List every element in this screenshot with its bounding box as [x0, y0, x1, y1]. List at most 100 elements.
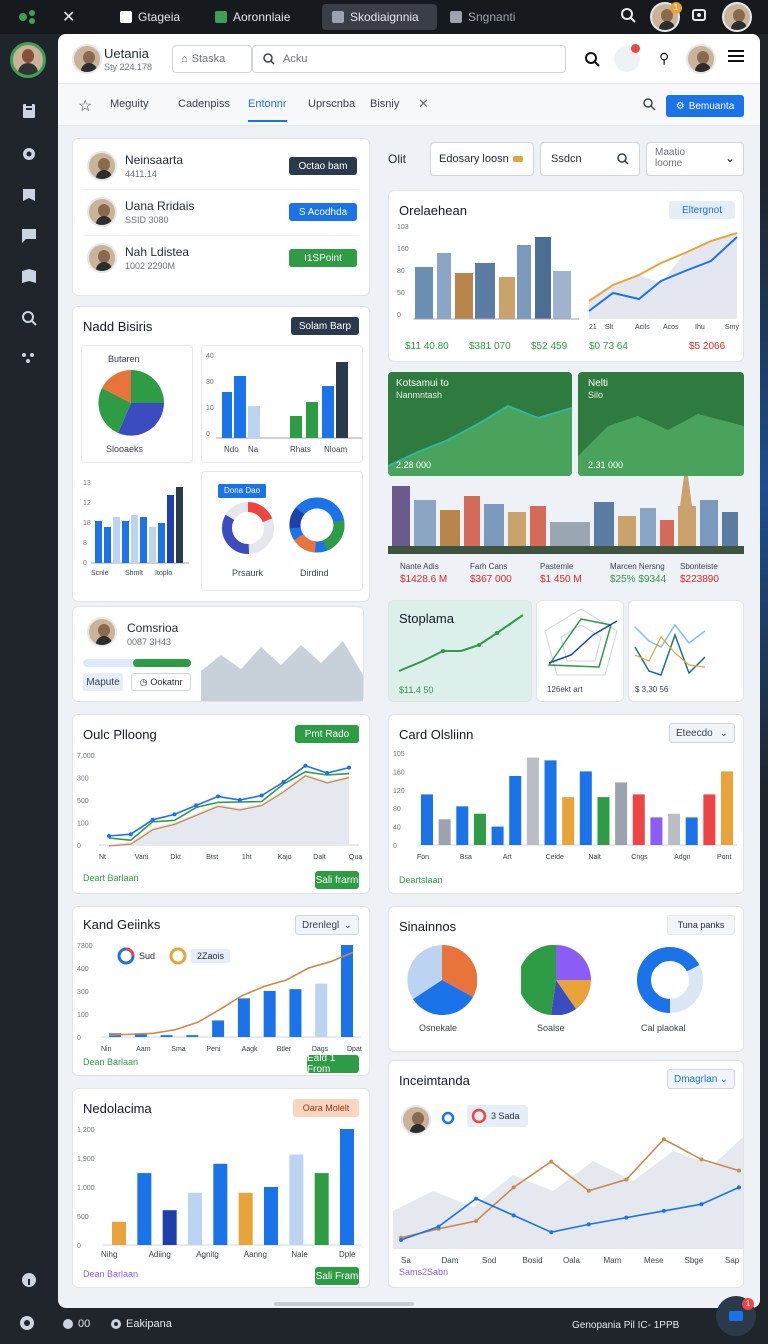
sinainnos-card: Sinainnos Tuna panks Osnekale Soalse Cal… [388, 906, 744, 1052]
y-tick: 1,000 [77, 1185, 95, 1192]
camera-icon[interactable] [692, 8, 706, 27]
inceim-title: Inceimtanda [399, 1073, 470, 1088]
bar [685, 817, 698, 845]
search-icon[interactable] [642, 97, 656, 116]
y-tick: 0 [206, 431, 210, 438]
subnav-tab[interactable]: Entonnr [248, 98, 287, 122]
filter-input[interactable]: ⌂ Staska [172, 45, 252, 73]
search-icon[interactable] [584, 51, 600, 72]
chat-icon[interactable] [17, 224, 41, 248]
search-person-icon[interactable] [17, 306, 41, 330]
subnav-tab[interactable]: Uprscnba [308, 98, 355, 110]
bar [509, 776, 522, 845]
lock-icon: ⌂ [181, 53, 188, 65]
card-olsl: Card Olsliinn Eteecdo ⌄ 105 160 120 80 40 0 Fon… [388, 714, 744, 894]
x-label: Ihu [695, 324, 705, 331]
search-icon[interactable] [620, 7, 636, 28]
tab-2[interactable]: Aoronnlaie [205, 4, 300, 30]
nedolacima-chip[interactable]: Oara Molelt [293, 1099, 359, 1117]
ned-footer-button[interactable]: Sali Fram [315, 1267, 359, 1285]
bar [289, 1154, 304, 1245]
status-item-1[interactable]: 00 [62, 1318, 90, 1330]
coms-button-1[interactable]: Mapute [83, 673, 123, 691]
tab-1[interactable]: Gtageia [110, 4, 190, 30]
mini-bar-chart: 40 30 10 0 Ndo Na Rhats Nloam [206, 353, 362, 454]
green-card-title: Kotsamui to [396, 378, 449, 389]
info-icon[interactable] [17, 1268, 41, 1292]
bar [322, 386, 334, 438]
bar [248, 406, 260, 438]
x-label: Sbge [685, 1256, 704, 1265]
stoplama-card: Stoplama $11.4 50 [388, 600, 532, 702]
radar-chart [544, 608, 618, 676]
user-avatar[interactable] [10, 42, 46, 78]
contact-button[interactable]: I1SPoint [289, 249, 357, 267]
inceim-dropdown[interactable]: Dmagrlan ⌄ [667, 1069, 735, 1089]
contact-row[interactable]: Nah Ldistea 1002 2290M I1SPoint [73, 237, 369, 281]
app-logo-icon [18, 8, 38, 26]
orel-chip[interactable]: Eltergnot [669, 201, 735, 219]
profile-avatar[interactable] [722, 2, 752, 32]
y-tick: 80 [397, 268, 405, 275]
settings-icon[interactable] [18, 1314, 36, 1337]
x-label: Kajo [278, 854, 292, 861]
oulc-footer-button[interactable]: Sali frarm [315, 871, 359, 889]
bar [579, 771, 592, 845]
gear-icon[interactable] [17, 142, 41, 166]
tab-4[interactable]: Sngnanti [440, 4, 525, 30]
subnav-tab[interactable]: Cadenpiss [178, 98, 230, 110]
horizontal-scrollbar[interactable] [274, 1302, 414, 1306]
green-card-value: 2.31 000 [588, 460, 624, 470]
close-icon[interactable]: ✕ [62, 7, 75, 27]
tab-3[interactable]: Skodiaignnia [322, 4, 437, 30]
olt-dropdown[interactable]: Maatio loome ⌄ [646, 142, 744, 176]
pie-chart [521, 945, 591, 1015]
y-tick: 0 [77, 843, 81, 850]
dots-icon[interactable] [17, 346, 41, 370]
oulc-button[interactable]: Pmt Rado [295, 725, 359, 743]
book-icon[interactable] [17, 264, 41, 288]
chevron-down-icon: ⌄ [719, 1073, 728, 1085]
x-label: Ceide [546, 854, 564, 861]
clipboard-icon[interactable] [17, 98, 41, 122]
primary-action-button[interactable]: ⚙ Bemuanta [666, 95, 744, 117]
chat-fab[interactable]: 1 [716, 1296, 756, 1336]
bookmark-icon[interactable] [17, 184, 41, 208]
coms-card: Comsrioa 0087 3H43 Mapute ◷ Ookatnr [72, 606, 364, 702]
subnav-tab[interactable]: Meguity [110, 98, 149, 110]
user-search-icon[interactable] [614, 44, 640, 72]
olt-search-2[interactable]: Ssdcn [540, 142, 640, 176]
orel-value: $52 459 [531, 341, 568, 352]
green-card-2: Nelti Silo 2.31 000 [578, 372, 744, 476]
status-item-2[interactable]: Eakipana [110, 1318, 172, 1330]
ring-icon [471, 1108, 487, 1124]
sinainnos-button[interactable]: Tuna panks [667, 915, 735, 935]
subnav-tab[interactable]: Bisniy [370, 98, 399, 110]
x-label: Nale [291, 1250, 308, 1259]
pie-slice [556, 945, 591, 980]
inceim-badge: 3 Sada [467, 1105, 528, 1127]
card-olsl-dropdown[interactable]: Eteecdo ⌄ [669, 723, 735, 743]
y-tick: 500 [77, 1214, 89, 1221]
kand-dropdown[interactable]: Drenlegl ⌄ [295, 915, 359, 935]
x-label: Qua [349, 854, 362, 861]
pin-icon[interactable]: ⚲ [659, 50, 669, 67]
menu-icon[interactable] [728, 49, 744, 68]
y-tick: 0 [77, 1035, 81, 1042]
contact-row[interactable]: Neinsaarta 4411.14 Octao bam [73, 145, 369, 190]
search-input[interactable]: Acku [252, 45, 566, 73]
olt-search-field[interactable]: Edosary loosn [430, 142, 534, 176]
contact-button[interactable]: Octao bam [289, 157, 357, 175]
coms-button-2[interactable]: ◷ Ookatnr [131, 673, 191, 691]
star-icon[interactable]: ☆ [78, 96, 92, 116]
y-tick: 300 [77, 989, 89, 996]
bar [721, 771, 733, 845]
close-tab-icon[interactable]: ✕ [418, 96, 429, 112]
nadd-button[interactable]: Solam Barp [291, 317, 359, 335]
bar [234, 376, 246, 438]
kand-footer-button[interactable]: Eald 1 From [307, 1053, 359, 1075]
contact-button[interactable]: S Acodhda [289, 203, 357, 221]
contact-row[interactable]: Uana Rridais SSID 3080 S Acodhda [73, 191, 369, 236]
header-profile-avatar[interactable] [686, 44, 716, 74]
x-label: Dalt [313, 854, 326, 861]
